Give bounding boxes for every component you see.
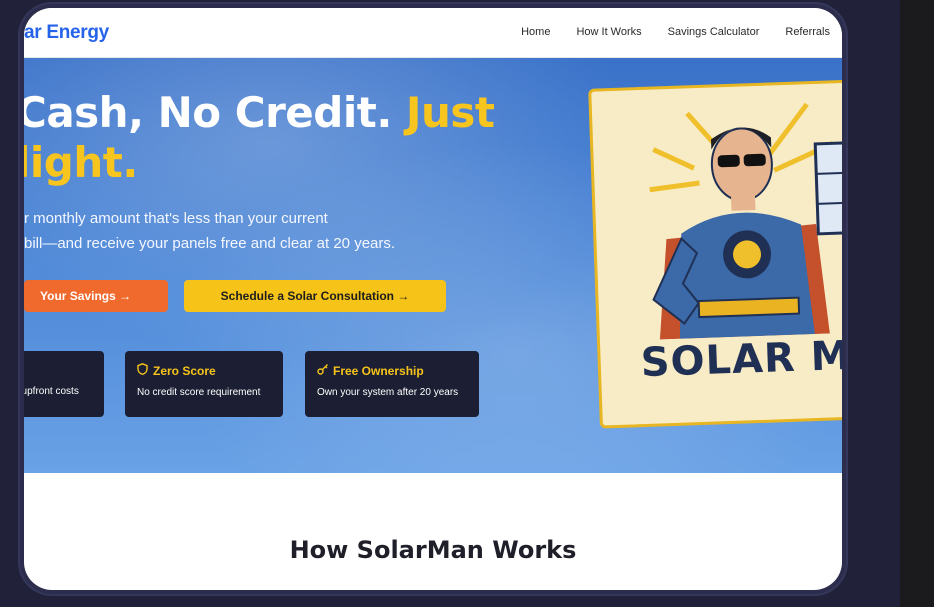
browser-viewport: ar Energy Home How It Works Savings Calc… — [24, 8, 842, 590]
hero-section: Cash, No Credit. Just light. r monthly a… — [24, 58, 842, 473]
feature-card-zero-score: Zero Score No credit score requirement — [125, 351, 283, 417]
window-edge — [900, 0, 934, 607]
feature-title-row: Free Ownership — [317, 363, 467, 378]
brand-logo[interactable]: ar Energy — [24, 22, 109, 44]
feature-title-row: Zero Score — [137, 363, 271, 378]
calculate-savings-button[interactable]: Your Savings → — [24, 280, 168, 312]
solarman-hero-image: SOLAR M — [588, 79, 842, 429]
hero-subtitle: r monthly amount that's less than your c… — [24, 206, 464, 256]
nav-link-savings-calculator[interactable]: Savings Calculator — [668, 26, 760, 38]
hero-title: Cash, No Credit. Just light. — [24, 88, 596, 188]
nav-link-referrals[interactable]: Referrals — [785, 26, 830, 38]
hero-title-white: Cash, No Credit. — [24, 88, 406, 137]
nav-link-how-it-works[interactable]: How It Works — [576, 26, 641, 38]
feature-card-no-upfront: $0 No upfront costs — [24, 351, 104, 417]
hero-subtitle-line1: r monthly amount that's less than your c… — [24, 210, 328, 227]
hero-title-highlight: Just — [405, 88, 495, 137]
hero-title-line2: light. — [24, 138, 138, 187]
nav-links: Home How It Works Savings Calculator Ref… — [521, 26, 830, 38]
hero-subtitle-line2: bill—and receive your panels free and cl… — [24, 235, 396, 252]
feature-desc: No credit score requirement — [137, 387, 261, 398]
feature-title: Free Ownership — [333, 364, 424, 378]
shield-icon — [137, 363, 149, 378]
feature-desc: Own your system after 20 years — [317, 387, 459, 398]
feature-title: $0 — [24, 363, 92, 377]
feature-title: Zero Score — [153, 364, 216, 378]
superhero-illustration — [649, 102, 842, 340]
key-icon — [317, 363, 329, 378]
nav-link-home[interactable]: Home — [521, 26, 550, 38]
device-frame: ar Energy Home How It Works Savings Calc… — [18, 2, 848, 596]
schedule-consultation-button[interactable]: Schedule a Solar Consultation → — [184, 280, 446, 312]
how-it-works-heading: How SolarMan Works — [289, 536, 577, 564]
top-nav: ar Energy Home How It Works Savings Calc… — [24, 8, 842, 58]
feature-desc: No upfront costs — [24, 386, 79, 397]
solarman-logo-text: SOLAR M — [639, 332, 842, 387]
feature-card-free-ownership: Free Ownership Own your system after 20 … — [305, 351, 479, 417]
